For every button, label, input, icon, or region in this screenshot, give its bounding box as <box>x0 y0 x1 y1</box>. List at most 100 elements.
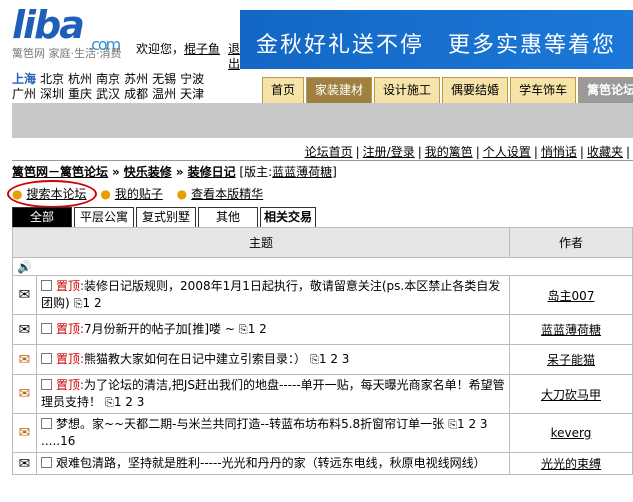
moderator-link[interactable]: 蓝蓝薄荷糖 <box>272 165 332 179</box>
register-login-link[interactable]: 注册/登录 <box>363 145 415 159</box>
envelope-icon: ✉ <box>18 287 31 303</box>
city-link[interactable]: 重庆 <box>68 87 92 101</box>
table-row[interactable]: ✉ 置顶:装修日记版规则，2008年1月1日起执行，敬请留意关注(ps.本区禁止… <box>12 275 633 315</box>
city-row-1: 上海 北京 杭州 南京 苏州 无锡 宁波 <box>12 72 208 87</box>
tab-flat[interactable]: 平层公寓 <box>74 207 134 227</box>
envelope-icon: ✉ <box>18 321 31 338</box>
pages-icon: ⎘ <box>238 323 248 336</box>
speaker-icon[interactable]: 🔊 <box>17 260 32 274</box>
logo-word: liba <box>12 3 85 47</box>
sticky-label: 置顶: <box>56 279 85 293</box>
page-links[interactable]: 1 2 3 <box>114 395 145 409</box>
header-topic: 主题 <box>12 227 510 258</box>
city-link[interactable]: 武汉 <box>96 87 120 101</box>
row-checkbox[interactable] <box>41 418 52 429</box>
city-link[interactable]: 深圳 <box>40 87 64 101</box>
thread-title-link[interactable]: 梦想。家~~天都二期-与米兰共同打造--转蓝布坊布料5.8折窗帘订单一张 <box>56 417 444 431</box>
tab-villa[interactable]: 复式别墅 <box>136 207 196 227</box>
city-list: 上海 北京 杭州 南京 苏州 无锡 宁波 广州 深圳 重庆 武汉 成都 温州 天津 <box>12 72 208 102</box>
banner-text: 金秋好礼送不停 更多实惠等着您 <box>256 33 617 58</box>
tab-all[interactable]: 全部 <box>12 207 72 227</box>
city-link[interactable]: 温州 <box>152 87 176 101</box>
author-link[interactable]: 岛主007 <box>548 289 595 303</box>
search-forum-link[interactable]: 搜索本论坛 <box>26 187 86 201</box>
table-row[interactable]: ✉ 置顶:熊猫教大家如何在日记中建立引索目录：） ⎘1 2 3 呆子能猫 <box>12 344 633 375</box>
row-checkbox[interactable] <box>41 379 52 390</box>
nav-tab-design[interactable]: 设计施工 <box>374 77 441 103</box>
nav-tab-wedding[interactable]: 偶要结婚 <box>442 77 509 103</box>
nav-tab-forum[interactable]: 篱笆论坛 <box>578 77 633 103</box>
envelope-icon: ✉ <box>18 425 31 441</box>
exit-link[interactable]: 退出 <box>228 42 240 72</box>
author-link[interactable]: 大刀砍马甲 <box>541 388 601 402</box>
my-posts-link[interactable]: 我的贴子 <box>115 187 163 201</box>
settings-link[interactable]: 个人设置 <box>483 145 531 159</box>
tab-other[interactable]: 其他 <box>198 207 258 227</box>
row-checkbox[interactable] <box>41 353 52 364</box>
row-checkbox[interactable] <box>41 280 52 291</box>
city-link[interactable]: 南京 <box>96 72 120 86</box>
city-link[interactable]: 宁波 <box>180 72 204 86</box>
username-link[interactable]: 棍子鱼 <box>184 42 220 56</box>
city-link[interactable]: 天津 <box>180 87 204 101</box>
table-row[interactable]: ✉ 置顶:7月份新开的帖子加[推]喽 ~ ⎘1 2 蓝蓝薄荷糖 <box>12 314 633 345</box>
welcome-text: 欢迎您， <box>136 42 185 56</box>
thread-title-link[interactable]: 熊猫教大家如何在日记中建立引索目录：） <box>84 352 306 366</box>
row-checkbox[interactable] <box>41 323 52 334</box>
page-links[interactable]: 1 2 <box>248 322 267 336</box>
city-link[interactable]: 上海 <box>12 72 36 86</box>
my-liba-link[interactable]: 我的篱笆 <box>425 145 473 159</box>
forum-home-link[interactable]: 论坛首页 <box>305 145 353 159</box>
page-links[interactable]: 1 2 3 <box>319 352 350 366</box>
breadcrumb-level2[interactable]: 装修日记 <box>188 165 236 179</box>
page-links[interactable]: 1 2 <box>83 296 102 310</box>
category-tabs: 全部 平层公寓 复式别墅 其他 相关交易 <box>12 207 318 227</box>
breadcrumb-arrow-icon: » <box>175 165 184 179</box>
bullet-icon: ● <box>100 187 111 201</box>
city-link[interactable]: 广州 <box>12 87 36 101</box>
author-link[interactable]: 呆子能猫 <box>547 353 595 367</box>
welcome-area: 欢迎您，棍子鱼 <box>136 40 220 57</box>
favorites-link[interactable]: 收藏夹 <box>587 145 623 159</box>
row-checkbox[interactable] <box>41 457 52 468</box>
thread-title-link[interactable]: 7月份新开的帖子加[推]喽 ~ <box>84 322 235 336</box>
breadcrumb-level1[interactable]: 快乐装修 <box>124 165 172 179</box>
city-link[interactable]: 成都 <box>124 87 148 101</box>
messages-link[interactable]: 悄悄话 <box>541 145 577 159</box>
table-row[interactable]: ✉ 置顶:为了论坛的清洁,把JS赶出我们的地盘-----单开一贴，每天曝光商家名… <box>12 374 633 414</box>
ad-banner[interactable]: 金秋好礼送不停 更多实惠等着您 <box>240 10 633 69</box>
logo-slogan: 篱笆网 家庭·生活·消费 <box>12 47 122 60</box>
author-link[interactable]: keverg <box>551 426 592 440</box>
tab-related-trade[interactable]: 相关交易 <box>260 207 316 227</box>
author-link[interactable]: 光光的束缚 <box>541 457 601 471</box>
city-link[interactable]: 无锡 <box>152 72 176 86</box>
pages-icon: ⎘ <box>105 396 114 409</box>
thread-table: 主题 作者 🔊 ✉ 置顶:装修日记版规则，2008年1月1日起执行，敬请留意关注… <box>12 227 633 475</box>
thread-title-link[interactable]: 装修日记版规则，2008年1月1日起执行，敬请留意关注(ps.本区禁止各类自发团… <box>41 279 500 310</box>
announcement-row: 🔊 <box>12 257 633 276</box>
breadcrumb-arrow-icon: » <box>112 165 120 179</box>
breadcrumb: 篱笆网－篱笆论坛» 快乐装修» 装修日记 [版主:蓝蓝薄荷糖] <box>12 160 633 179</box>
nav-subbar <box>12 103 633 138</box>
bullet-icon: ● <box>176 187 188 201</box>
moderator-suffix: ] <box>332 165 337 179</box>
nav-tab-car[interactable]: 学车饰车 <box>510 77 577 103</box>
city-link[interactable]: 苏州 <box>124 72 148 86</box>
moderator-prefix: [版主: <box>239 165 273 179</box>
thread-title-link[interactable]: 艰难包清路，坚持就是胜利-----光光和丹丹的家（转远东电线，秋原电视线网线） <box>56 456 486 470</box>
featured-link[interactable]: 查看本版精华 <box>191 187 263 201</box>
table-row[interactable]: ✉ 艰难包清路，坚持就是胜利-----光光和丹丹的家（转远东电线，秋原电视线网线… <box>12 452 633 475</box>
envelope-icon: ✉ <box>18 351 31 368</box>
table-row[interactable]: ✉ 梦想。家~~天都二期-与米兰共同打造--转蓝布坊布料5.8折窗帘订单一张 ⎘1… <box>12 413 633 453</box>
envelope-icon: ✉ <box>18 386 31 402</box>
city-link[interactable]: 杭州 <box>68 72 92 86</box>
pages-icon: ⎘ <box>73 297 83 310</box>
city-link[interactable]: 北京 <box>40 72 64 86</box>
header-author: 作者 <box>509 227 633 258</box>
author-link[interactable]: 蓝蓝薄荷糖 <box>541 323 601 337</box>
forum-actions: ● 搜索本论坛 ● 我的贴子 ● 查看本版精华 <box>12 185 273 202</box>
nav-tab-materials[interactable]: 家装建材 <box>306 77 373 103</box>
breadcrumb-site[interactable]: 篱笆网－篱笆论坛 <box>12 165 108 179</box>
nav-tab-home[interactable]: 首页 <box>262 77 305 103</box>
liba-logo[interactable]: liba .com 篱笆网 家庭·生活·消费 <box>12 3 132 60</box>
